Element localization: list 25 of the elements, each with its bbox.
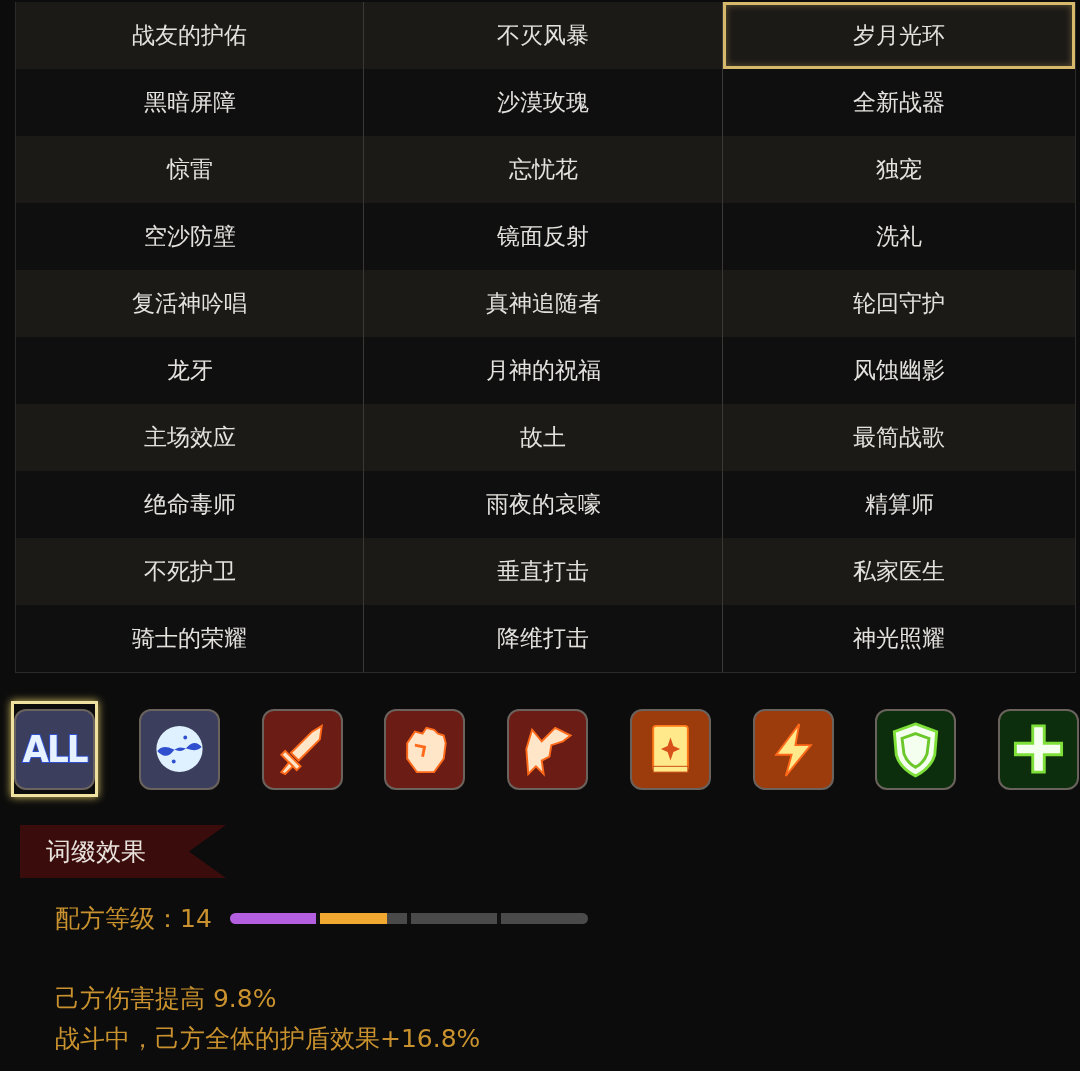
trait-cell[interactable]: 独宠 (723, 136, 1075, 203)
trait-cell[interactable]: 忘忧花 (364, 136, 723, 203)
trait-cell[interactable]: 私家医生 (723, 538, 1075, 605)
trait-cell[interactable]: 不死护卫 (16, 538, 364, 605)
filter-button[interactable] (998, 708, 1080, 790)
trait-cell[interactable]: 主场效应 (16, 404, 364, 471)
filter-button[interactable] (875, 708, 957, 790)
filter-button[interactable] (629, 708, 711, 790)
trait-cell[interactable]: 战友的护佑 (16, 2, 364, 69)
filter-button[interactable] (752, 708, 834, 790)
section-header: 词缀效果 (20, 825, 226, 878)
trait-cell[interactable]: 岁月光环 (723, 2, 1075, 69)
trait-cell[interactable]: 最简战歌 (723, 404, 1075, 471)
filter-button[interactable] (261, 708, 343, 790)
trait-cell[interactable]: 真神追随者 (364, 270, 723, 337)
trait-cell[interactable]: 复活神吟唱 (16, 270, 364, 337)
effect-line: 战斗中，己方全体的护盾效果+16.8% (55, 1023, 482, 1055)
trait-cell[interactable]: 垂直打击 (364, 538, 723, 605)
effect-line: 己方伤害提高 9.8% (55, 983, 278, 1015)
trait-cell[interactable]: 惊雷 (16, 136, 364, 203)
trait-cell[interactable]: 不灭风暴 (364, 2, 723, 69)
trait-cell[interactable]: 故土 (364, 404, 723, 471)
level-label: 配方等级：14 (55, 903, 212, 935)
trait-cell[interactable]: 轮回守护 (723, 270, 1075, 337)
filter-button[interactable]: ALL (14, 708, 95, 790)
